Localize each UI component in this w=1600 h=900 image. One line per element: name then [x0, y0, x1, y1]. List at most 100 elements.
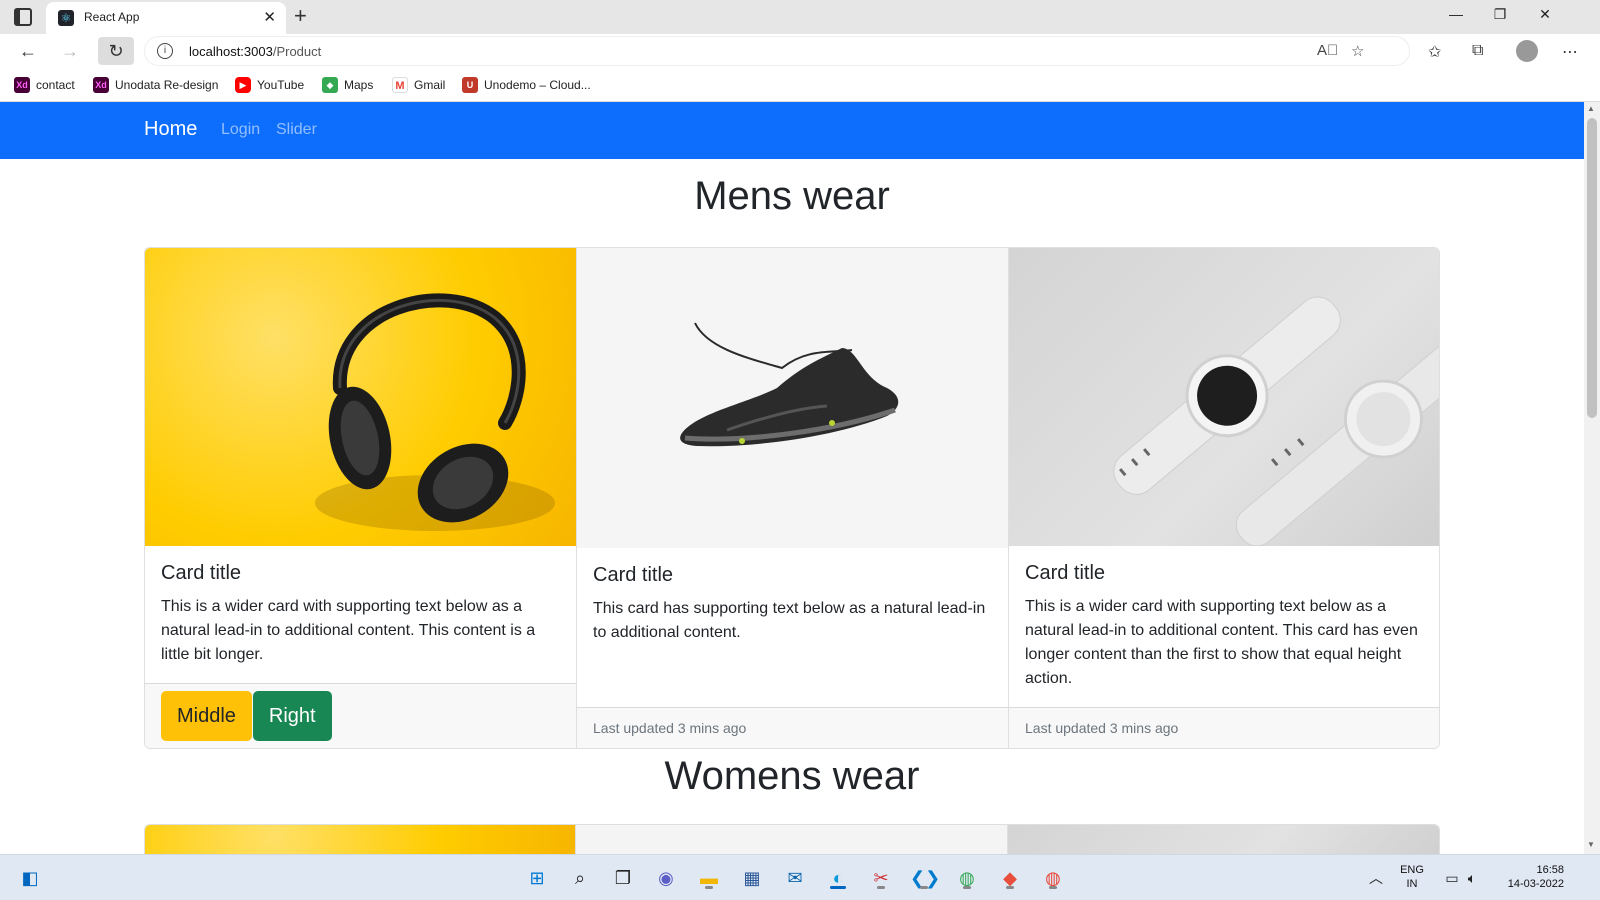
card-body: Card title This card has supporting text… [577, 548, 1008, 707]
more-options-icon[interactable]: ⋯ [1562, 42, 1578, 62]
bookmark-unodata-redesign[interactable]: Xd Unodata Re-design [93, 77, 218, 93]
vscode-icon[interactable]: ❮❯ [910, 864, 940, 892]
product-card [1007, 825, 1439, 854]
chrome-icon[interactable]: ◍ [953, 864, 981, 892]
headphones-image [145, 248, 576, 546]
info-icon[interactable]: i [157, 43, 173, 59]
minimize-button[interactable]: — [1446, 6, 1466, 22]
scroll-thumb[interactable] [1587, 118, 1597, 418]
running-indicator [1006, 886, 1014, 889]
last-updated-text: Last updated 3 mins ago [593, 720, 747, 736]
card-title: Card title [161, 561, 242, 584]
running-indicator [877, 886, 885, 889]
sneaker-image [577, 248, 1008, 548]
search-icon[interactable]: ⌕ [566, 864, 594, 892]
back-button[interactable]: ← [14, 39, 42, 63]
unodemo-icon: U [462, 77, 478, 93]
new-tab-button[interactable]: + [294, 2, 307, 30]
reload-button[interactable]: ↻ [98, 37, 134, 65]
widgets-icon[interactable]: ◧ [16, 864, 44, 892]
middle-button[interactable]: Middle [161, 690, 252, 741]
card-footer: Middle Right [145, 682, 576, 748]
youtube-icon: ▶ [235, 77, 251, 93]
maps-icon: ◆ [322, 77, 338, 93]
read-aloud-icon[interactable]: A᪲ [1317, 42, 1338, 59]
collections-icon[interactable]: ⧉ [1472, 42, 1483, 60]
bookmarks-bar: Xd contact Xd Unodata Re-design ▶ YouTub… [0, 68, 1600, 102]
card-footer: Last updated 3 mins ago [1009, 707, 1439, 748]
card-title: Card title [593, 564, 674, 586]
gmail-icon: M [392, 77, 408, 93]
page-scrollbar[interactable]: ▲ ▼ [1584, 102, 1600, 854]
region-code: IN [1406, 878, 1418, 890]
product-image [1007, 825, 1439, 854]
forward-button[interactable]: → [56, 39, 84, 63]
snipping-tool-icon[interactable]: ✂ [867, 864, 895, 892]
task-view-icon[interactable]: ❐ [609, 864, 637, 892]
card-group-mens: Card title This is a wider card with sup… [144, 247, 1440, 749]
react-favicon-icon: ⚛ [58, 10, 74, 26]
bookmark-gmail[interactable]: M Gmail [392, 77, 445, 93]
profile-avatar[interactable] [1516, 40, 1538, 62]
bookmark-maps[interactable]: ◆ Maps [322, 77, 373, 93]
scroll-down-icon[interactable]: ▼ [1587, 840, 1595, 849]
chrome-profile-icon[interactable]: ◍ [1039, 864, 1067, 892]
card-text: This is a wider card with supporting tex… [161, 597, 536, 663]
bookmark-contact[interactable]: Xd contact [14, 77, 75, 93]
bookmark-label: contact [36, 78, 75, 92]
volume-icon[interactable]: 🔈︎ [1458, 864, 1486, 892]
card-footer: Last updated 3 mins ago [577, 707, 1008, 748]
bookmark-label: Unodemo – Cloud... [484, 78, 591, 92]
restore-button[interactable]: ❐ [1490, 6, 1510, 23]
card-body: Card title This is a wider card with sup… [145, 546, 576, 683]
running-indicator [920, 886, 928, 889]
add-favorite-icon[interactable]: ☆ [1351, 42, 1364, 60]
card-body: Card title This is a wider card with sup… [1009, 546, 1439, 707]
tab-actions-icon[interactable] [14, 8, 32, 26]
nav-link-login[interactable]: Login [221, 121, 260, 139]
microsoft-store-icon[interactable]: ▦ [738, 864, 766, 892]
mail-icon[interactable]: ✉ [781, 864, 809, 892]
product-card: Card title This card has supporting text… [577, 248, 1009, 748]
running-indicator [963, 886, 971, 889]
language-indicator[interactable]: ENG IN [1398, 863, 1426, 891]
browser-tab[interactable]: ⚛ React App ✕ [46, 2, 286, 34]
clock[interactable]: 16:58 14-03-2022 [1492, 863, 1564, 891]
bookmark-label: Gmail [414, 78, 446, 92]
running-indicator [705, 886, 713, 889]
nav-link-slider[interactable]: Slider [276, 121, 317, 139]
bookmark-label: Maps [344, 78, 374, 92]
file-explorer-icon[interactable]: ▬ [695, 864, 723, 892]
start-icon[interactable]: ⊞ [523, 864, 551, 892]
url-text: localhost:3003/Product [189, 44, 321, 59]
bookmark-unodemo-cloud[interactable]: U Unodemo – Cloud... [462, 77, 591, 93]
tab-close-icon[interactable]: ✕ [263, 8, 276, 26]
clock-time: 16:58 [1536, 864, 1564, 876]
url-input[interactable]: i localhost:3003/Product A᪲ ☆ [144, 36, 1410, 66]
right-button[interactable]: Right [252, 690, 332, 741]
bookmark-youtube[interactable]: ▶ YouTube [235, 77, 304, 93]
teams-chat-icon[interactable]: ◉ [652, 864, 680, 892]
tab-title: React App [84, 10, 140, 24]
show-hidden-icons-icon[interactable]: ︿ [1362, 864, 1390, 892]
adobe-xd-icon: Xd [14, 77, 30, 93]
favorites-icon[interactable]: ✩ [1428, 42, 1441, 62]
card-title: Card title [1025, 562, 1106, 585]
product-card: Card title This is a wider card with sup… [1009, 248, 1439, 748]
clock-date: 14-03-2022 [1507, 878, 1564, 890]
bookmark-label: YouTube [257, 78, 305, 92]
git-icon[interactable]: ◆ [996, 864, 1024, 892]
bookmark-label: Unodata Re-design [115, 78, 219, 92]
product-card [145, 825, 577, 854]
url-path: /Product [272, 44, 322, 59]
scroll-up-icon[interactable]: ▲ [1587, 104, 1595, 113]
card-group-womens [144, 824, 1440, 854]
windows-taskbar: ◧ ⊞ ⌕ ❐ ◉ ▬ ▦ ✉ ◐ ✂ ❮❯ ◍ ◆ ◍ ︿ ENG IN ▭ … [0, 854, 1600, 900]
nav-brand-home[interactable]: Home [144, 118, 197, 141]
card-text: This is a wider card with supporting tex… [1025, 598, 1418, 688]
top-navbar: Home Login Slider [0, 102, 1584, 159]
product-image [145, 825, 576, 854]
active-indicator [830, 886, 846, 889]
edge-icon[interactable]: ◐ [824, 864, 852, 892]
close-window-button[interactable]: ✕ [1535, 6, 1555, 23]
